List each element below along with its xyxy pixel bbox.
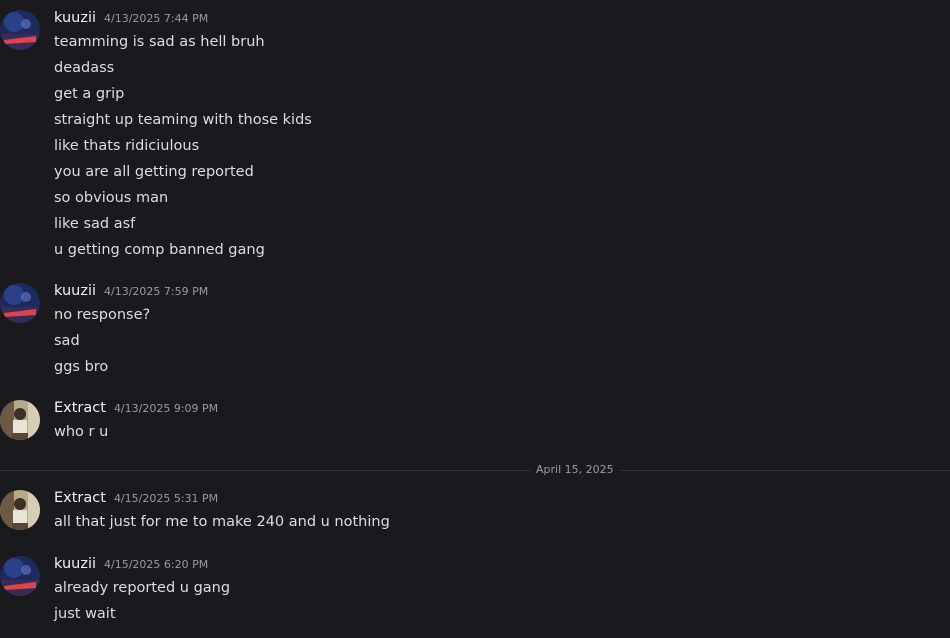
message-header: Extract 4/13/2025 9:09 PM bbox=[54, 400, 218, 420]
message-text: who r u bbox=[54, 424, 109, 440]
message-lines: teamming is sad as hell bruh deadass get… bbox=[54, 31, 312, 265]
message-text: all that just for me to make 240 and u n… bbox=[54, 514, 390, 530]
message-text: deadass bbox=[54, 60, 115, 76]
message-text: no response? bbox=[54, 307, 151, 323]
kuuzii-avatar[interactable] bbox=[0, 283, 40, 323]
username[interactable]: Extract bbox=[54, 490, 106, 506]
chat-message-list: kuuzii 4/13/2025 7:44 PM teamming is sad… bbox=[0, 0, 950, 638]
message-text: ggs bro bbox=[54, 359, 109, 375]
message-text: so obvious man bbox=[54, 190, 169, 206]
message-group: kuuzii 4/13/2025 7:59 PM no response? sa… bbox=[0, 283, 950, 383]
username[interactable]: kuuzii bbox=[54, 283, 96, 299]
message-text: sad bbox=[54, 333, 80, 349]
message-text: like thats ridiciulous bbox=[54, 138, 200, 154]
message-group: Extract 4/15/2025 5:31 PM all that just … bbox=[0, 490, 950, 540]
divider-line bbox=[0, 470, 950, 471]
username[interactable]: kuuzii bbox=[54, 10, 96, 26]
timestamp: 4/13/2025 7:44 PM bbox=[104, 12, 209, 25]
message-header: Extract 4/15/2025 5:31 PM bbox=[54, 490, 218, 510]
message-text: get a grip bbox=[54, 86, 125, 102]
message-lines: no response? sad ggs bro bbox=[54, 304, 150, 382]
message-lines: already reported u gang just wait bbox=[54, 577, 230, 629]
message-text: just wait bbox=[54, 606, 116, 622]
timestamp: 4/13/2025 7:59 PM bbox=[104, 285, 209, 298]
timestamp: 4/13/2025 9:09 PM bbox=[113, 402, 219, 415]
message-lines: who r u bbox=[54, 421, 108, 447]
message-group: kuuzii 4/13/2025 7:44 PM teamming is sad… bbox=[0, 10, 950, 265]
timestamp: 4/15/2025 6:20 PM bbox=[104, 558, 209, 571]
kuuzii-avatar[interactable] bbox=[0, 10, 40, 50]
message-text: already reported u gang bbox=[54, 580, 231, 596]
message-lines: all that just for me to make 240 and u n… bbox=[54, 511, 390, 537]
message-text: you are all getting reported bbox=[54, 164, 254, 180]
message-header: kuuzii 4/13/2025 7:44 PM bbox=[54, 10, 208, 30]
message-text: u getting comp banned gang bbox=[54, 242, 265, 258]
message-text: straight up teaming with those kids bbox=[54, 112, 312, 128]
kuuzii-avatar[interactable] bbox=[0, 556, 40, 596]
username[interactable]: Extract bbox=[54, 400, 106, 416]
message-group: kuuzii 4/15/2025 6:20 PM already reporte… bbox=[0, 556, 950, 632]
message-group: Extract 4/13/2025 9:09 PM who r u bbox=[0, 400, 950, 450]
message-text: teamming is sad as hell bruh bbox=[54, 34, 265, 50]
extract-avatar[interactable] bbox=[0, 400, 40, 440]
message-header: kuuzii 4/15/2025 6:20 PM bbox=[54, 556, 208, 576]
date-divider: April 15, 2025 bbox=[0, 462, 950, 478]
message-text: like sad asf bbox=[54, 216, 136, 232]
extract-avatar[interactable] bbox=[0, 490, 40, 530]
divider-date: April 15, 2025 bbox=[531, 463, 619, 477]
timestamp: 4/15/2025 5:31 PM bbox=[113, 492, 219, 505]
username[interactable]: kuuzii bbox=[54, 556, 96, 572]
message-header: kuuzii 4/13/2025 7:59 PM bbox=[54, 283, 208, 303]
